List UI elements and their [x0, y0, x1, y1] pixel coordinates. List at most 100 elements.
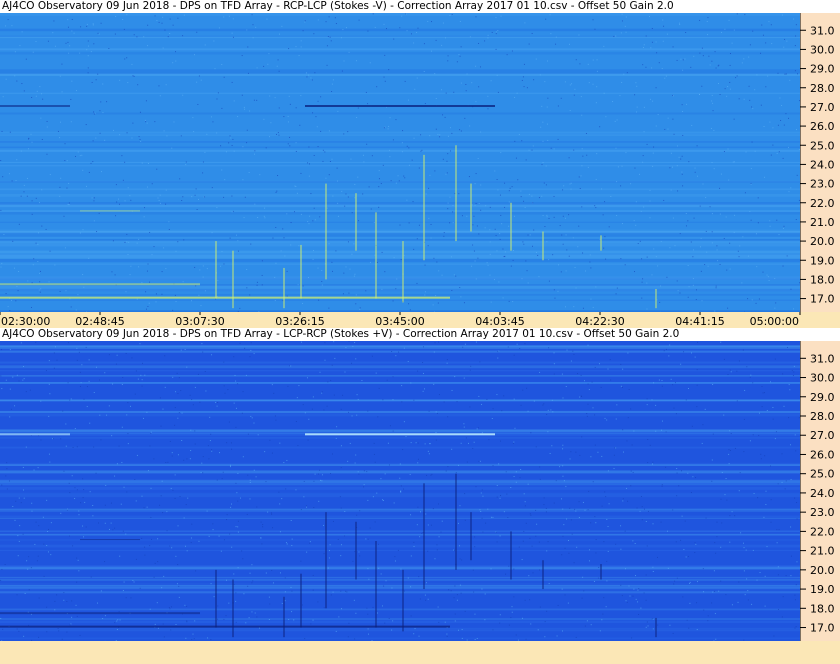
noise-speckle	[438, 341, 440, 343]
noise-speckle	[169, 440, 171, 442]
noise-speckle	[312, 220, 314, 222]
noise-speckle	[181, 440, 183, 442]
noise-speckle	[16, 594, 18, 596]
noise-speckle	[553, 373, 555, 375]
noise-speckle	[459, 584, 461, 586]
burst-streak	[325, 183, 327, 280]
noise-speckle	[627, 500, 629, 502]
noise-speckle	[182, 94, 184, 96]
noise-speckle	[548, 217, 550, 219]
noise-speckle	[598, 566, 600, 568]
noise-speckle	[436, 544, 438, 546]
noise-speckle	[136, 298, 138, 300]
noise-speckle	[609, 359, 611, 361]
noise-speckle	[154, 121, 156, 123]
noise-speckle	[401, 15, 403, 17]
noise-speckle	[216, 405, 218, 407]
noise-speckle	[335, 437, 337, 439]
noise-speckle	[222, 471, 224, 473]
noise-speckle	[53, 438, 55, 440]
noise-speckle	[335, 630, 337, 632]
noise-speckle	[185, 161, 187, 163]
noise-speckle	[496, 496, 498, 498]
noise-speckle	[194, 194, 196, 196]
noise-speckle	[207, 637, 209, 639]
noise-speckle	[32, 264, 34, 266]
noise-speckle	[42, 98, 44, 100]
noise-speckle	[625, 600, 627, 602]
noise-speckle	[48, 415, 50, 417]
noise-speckle	[468, 176, 470, 178]
noise-speckle	[256, 67, 258, 69]
noise-speckle	[274, 300, 276, 302]
noise-speckle	[329, 160, 331, 162]
noise-speckle	[53, 352, 55, 354]
noise-speckle	[785, 575, 787, 577]
noise-speckle	[661, 385, 663, 387]
noise-speckle	[682, 185, 684, 187]
noise-speckle	[16, 159, 18, 161]
noise-speckle	[26, 560, 28, 562]
noise-speckle	[587, 509, 589, 511]
noise-speckle	[553, 195, 555, 197]
noise-speckle	[308, 163, 310, 165]
noise-speckle	[380, 573, 382, 575]
freq-band	[0, 243, 800, 247]
noise-speckle	[474, 183, 476, 185]
noise-speckle	[612, 101, 614, 103]
noise-speckle	[267, 63, 269, 65]
noise-speckle	[317, 146, 319, 148]
noise-speckle	[738, 256, 740, 258]
noise-speckle	[328, 174, 330, 176]
noise-speckle	[2, 628, 4, 630]
noise-speckle	[681, 470, 683, 472]
noise-speckle	[106, 101, 108, 103]
noise-speckle	[699, 93, 701, 95]
noise-speckle	[304, 20, 306, 22]
freq-band	[0, 229, 800, 233]
noise-speckle	[447, 55, 449, 57]
noise-speckle	[569, 109, 571, 111]
noise-speckle	[115, 184, 117, 186]
noise-speckle	[481, 432, 483, 434]
noise-speckle	[382, 399, 384, 401]
noise-speckle	[484, 593, 486, 595]
noise-speckle	[321, 284, 323, 286]
noise-speckle	[392, 139, 394, 141]
noise-speckle	[332, 195, 334, 197]
noise-speckle	[331, 158, 333, 160]
noise-speckle	[233, 402, 235, 404]
noise-speckle	[353, 275, 355, 277]
noise-speckle	[746, 366, 748, 368]
noise-speckle	[141, 379, 143, 381]
noise-speckle	[196, 208, 198, 210]
noise-speckle	[104, 561, 106, 563]
noise-speckle	[460, 130, 462, 132]
noise-speckle	[657, 624, 659, 626]
noise-speckle	[18, 270, 20, 272]
noise-speckle	[163, 575, 165, 577]
noise-speckle	[472, 224, 474, 226]
noise-speckle	[790, 187, 792, 189]
noise-speckle	[278, 33, 280, 35]
noise-speckle	[575, 636, 577, 638]
noise-speckle	[645, 66, 647, 68]
noise-speckle	[796, 174, 798, 176]
noise-speckle	[781, 481, 783, 483]
noise-speckle	[489, 253, 491, 255]
noise-speckle	[166, 511, 168, 513]
noise-speckle	[546, 610, 548, 612]
noise-speckle	[469, 125, 471, 127]
noise-speckle	[363, 161, 365, 163]
noise-speckle	[375, 372, 377, 374]
noise-speckle	[384, 473, 386, 475]
noise-speckle	[202, 276, 204, 278]
noise-speckle	[18, 380, 20, 382]
noise-speckle	[76, 581, 78, 583]
noise-speckle	[671, 166, 673, 168]
noise-speckle	[246, 287, 248, 289]
noise-speckle	[634, 271, 636, 273]
noise-speckle	[702, 568, 704, 570]
noise-speckle	[697, 581, 699, 583]
noise-speckle	[570, 519, 572, 521]
